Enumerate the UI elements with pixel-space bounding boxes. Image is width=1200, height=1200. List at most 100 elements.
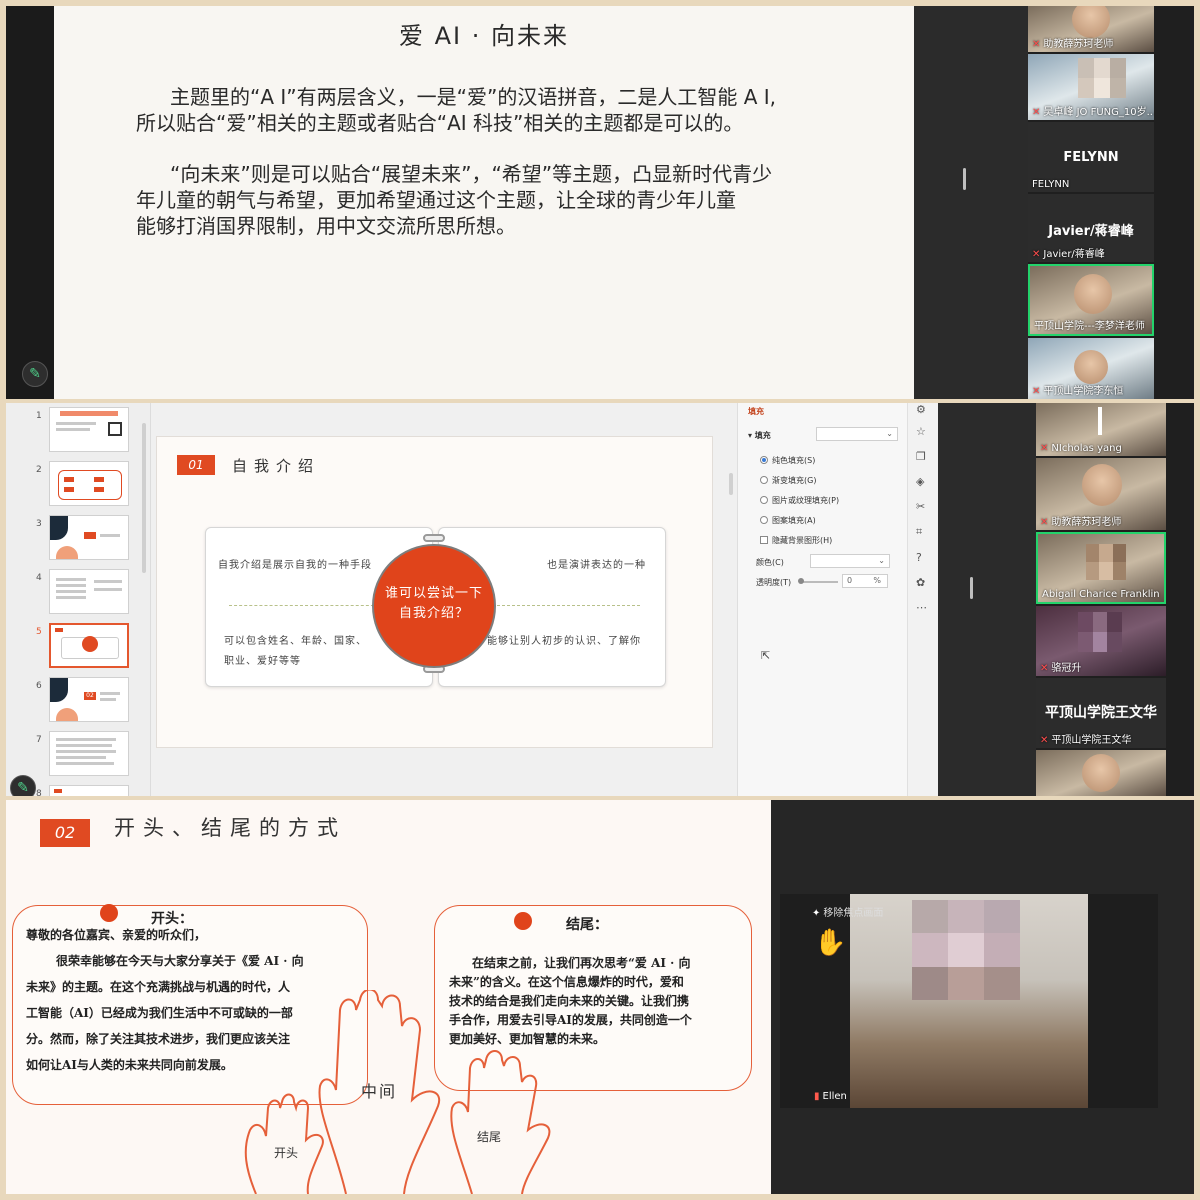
transparency-slider-handle[interactable] bbox=[798, 578, 804, 584]
mic-muted-icon: ✕ bbox=[1032, 107, 1041, 118]
hands-illustration bbox=[244, 990, 551, 1194]
slide-paragraph-line: “向未来”则是可以贴合“展望未来”，“希望”等主题，凸显新时代青少 bbox=[170, 162, 773, 186]
section-badge: 01 bbox=[177, 455, 215, 475]
slide-thumbnail[interactable]: 6 02 bbox=[6, 677, 146, 725]
gallery-gap bbox=[914, 6, 1028, 399]
pinned-video[interactable]: ✦ 移除焦点画面 ✋ ▮ Ellen bbox=[780, 894, 1158, 1108]
slide-thumbnail[interactable]: 2 bbox=[6, 461, 146, 509]
slide-thumbnail-pane: 1 2 3 4 5 6 02 7 8 bbox=[6, 403, 151, 796]
meeting-screenshot-3: 02 开头、结尾的方式 开头： 尊敬的各位嘉宾、亲爱的听众们， 很荣幸能够在今天… bbox=[6, 800, 1194, 1194]
slide-thumbnail[interactable]: 3 bbox=[6, 515, 146, 563]
properties-panel: 填充 ▾ 填充 ⌄ 纯色填充(S) 渐变填充(G) 图片或纹理填充(P) 图案填… bbox=[737, 403, 907, 796]
slide-thumbnail-selected[interactable]: 5 bbox=[6, 623, 146, 671]
participant-tile[interactable] bbox=[1036, 750, 1166, 796]
screenshot-collage: ✎ 爱 AI · 向未来 主题里的“A I”有两层含义，一是“爱”的汉语拼音，二… bbox=[0, 0, 1200, 1200]
participant-tile[interactable]: ✕ 助教薛苏珂老师 bbox=[1028, 6, 1154, 52]
participant-tile[interactable]: 平顶山学院王文华 ✕ 平顶山学院王文华 bbox=[1036, 678, 1166, 748]
participant-display-name: FELYNN bbox=[1063, 150, 1119, 165]
help-icon[interactable]: ? bbox=[916, 551, 922, 564]
properties-tab-fill[interactable]: 填充 bbox=[748, 406, 764, 417]
mic-muted-icon: ✕ bbox=[1032, 249, 1041, 260]
transparency-slider[interactable] bbox=[800, 581, 838, 583]
gallery-scroll-handle[interactable] bbox=[963, 168, 966, 190]
current-slide: 01 自我介绍 自我介绍是展示自我的一种手段 可以包含姓名、年龄、国家、 职业、… bbox=[156, 436, 713, 748]
participant-name: Abigail Charice Franklin bbox=[1042, 589, 1160, 600]
fill-option-radio[interactable] bbox=[760, 516, 768, 524]
fill-dropdown[interactable]: ⌄ bbox=[816, 427, 898, 441]
copy-icon[interactable]: ❐ bbox=[916, 450, 926, 463]
fill-option-radio[interactable] bbox=[760, 476, 768, 484]
tools-icon[interactable]: ✂ bbox=[916, 500, 925, 513]
gallery-scroll-handle[interactable] bbox=[970, 577, 973, 599]
slide-paragraph-line: 能够打消国界限制，用中文交流所思所想。 bbox=[136, 214, 516, 238]
participant-name: 骆冠升 bbox=[1051, 663, 1082, 674]
active-speaker-tile[interactable]: 平顶山学院---李梦洋老师 bbox=[1028, 264, 1154, 336]
pixelated-face bbox=[912, 900, 1020, 1000]
participant-display-name: 平顶山学院王文华 bbox=[1045, 705, 1157, 721]
unpin-label[interactable]: 移除焦点画面 bbox=[823, 908, 883, 919]
participant-display-name: Javier/蒋睿峰 bbox=[1048, 224, 1134, 239]
thumbnail-scrollbar[interactable] bbox=[142, 423, 146, 573]
slide-title: 爱 AI · 向未来 bbox=[398, 22, 569, 50]
fill-section-label[interactable]: ▾ 填充 bbox=[748, 430, 771, 441]
participant-tile[interactable]: ✕ 吴卓峰 JO FUNG_10岁... bbox=[1028, 54, 1154, 120]
canvas-scrollbar[interactable] bbox=[729, 473, 733, 495]
annotate-pen-icon[interactable]: ✎ bbox=[22, 361, 48, 387]
video-feed bbox=[850, 894, 1088, 1108]
adjust-icon[interactable]: ⚙ bbox=[916, 403, 926, 416]
active-speaker-tile[interactable]: Abigail Charice Franklin bbox=[1036, 532, 1166, 604]
participant-name: Ellen bbox=[822, 1091, 847, 1102]
ending-heading: 结尾： bbox=[566, 917, 608, 933]
participant-name: NIcholas yang bbox=[1051, 443, 1122, 454]
mic-muted-icon: ✕ bbox=[1032, 386, 1041, 397]
participant-tile[interactable]: Javier/蒋睿峰 ✕ Javier/蒋睿峰 bbox=[1028, 194, 1154, 262]
slide-title: 开头、结尾的方式 bbox=[114, 816, 346, 840]
question-circle: 谁可以尝试一下 自我介绍？ bbox=[372, 544, 496, 668]
participant-tile[interactable]: ✕ 骆冠升 bbox=[1036, 606, 1166, 676]
participant-tile[interactable]: ✕ 平顶山学院李东恒 bbox=[1028, 338, 1154, 399]
star-icon[interactable]: ☆ bbox=[916, 425, 926, 438]
shape-icon[interactable]: ◈ bbox=[916, 475, 924, 488]
gallery-gap bbox=[938, 403, 1036, 796]
transparency-input[interactable]: 0 % bbox=[842, 574, 888, 588]
hide-background-checkbox[interactable] bbox=[760, 536, 768, 544]
participant-gallery: ✕ NIcholas yang ✕ 助教薛苏珂老师 Abigail Charice … bbox=[1036, 403, 1166, 796]
settings-icon[interactable]: ✿ bbox=[916, 576, 925, 589]
left-gutter bbox=[6, 6, 54, 399]
participant-name: 平顶山学院李东恒 bbox=[1043, 386, 1124, 397]
meeting-screenshot-2: 1 2 3 4 5 6 02 7 8 ✎ 01 自我介绍 自我介绍是展示自我的一… bbox=[6, 403, 1194, 796]
shared-slide: 02 开头、结尾的方式 开头： 尊敬的各位嘉宾、亲爱的听众们， 很荣幸能够在今天… bbox=[6, 800, 771, 1194]
pixelated-face bbox=[1086, 544, 1126, 580]
mic-muted-icon: ✕ bbox=[1040, 735, 1049, 746]
slide-paragraph-line: 年儿童的朝气与希望，更加希望通过这个主题，让全球的青少年儿童 bbox=[136, 188, 736, 212]
mic-muted-icon: ✕ bbox=[1040, 443, 1049, 454]
pixelated-face bbox=[1078, 612, 1122, 652]
presentation-editor: 1 2 3 4 5 6 02 7 8 ✎ 01 自我介绍 自我介绍是展示自我的一… bbox=[6, 403, 938, 796]
participant-tile[interactable]: FELYNN FELYNN bbox=[1028, 122, 1154, 192]
fill-option-radio[interactable] bbox=[760, 496, 768, 504]
crop-icon[interactable]: ⌗ bbox=[916, 525, 922, 539]
slide-thumbnail[interactable]: 4 bbox=[6, 569, 146, 617]
slide-paragraph-line: 主题里的“A I”有两层含义，一是“爱”的汉语拼音，二是人工智能 A I, bbox=[170, 85, 777, 109]
participant-name: 助教薛苏珂老师 bbox=[1043, 39, 1114, 50]
fill-option-radio[interactable] bbox=[760, 456, 768, 464]
slide-thumbnail[interactable]: 1 bbox=[6, 407, 146, 455]
signal-icon: ▮ bbox=[814, 1091, 820, 1102]
more-icon[interactable]: ⋯ bbox=[916, 601, 927, 614]
participant-name: Javier/蒋睿峰 bbox=[1043, 249, 1105, 260]
slide-canvas: 01 自我介绍 自我介绍是展示自我的一种手段 可以包含姓名、年龄、国家、 职业、… bbox=[151, 403, 737, 796]
pin-icon: ✦ bbox=[812, 908, 821, 919]
participant-tile[interactable]: ✕ NIcholas yang bbox=[1036, 403, 1166, 456]
participant-gallery: ✕ 助教薛苏珂老师 ✕ 吴卓峰 JO FUNG_10岁... FELYNN FELY… bbox=[1028, 6, 1154, 399]
hand-label-opening: 开头 bbox=[274, 1146, 299, 1160]
binder-ring bbox=[423, 534, 445, 542]
participant-name: 平顶山学院---李梦洋老师 bbox=[1034, 321, 1145, 332]
side-toolbar: ⚙ ☆ ❐ ◈ ✂ ⌗ ? ✿ ⋯ bbox=[907, 403, 938, 796]
participant-tile[interactable]: ✕ 助教薛苏珂老师 bbox=[1036, 458, 1166, 530]
hand-label-middle: 中间 bbox=[361, 1082, 398, 1101]
color-dropdown[interactable]: ⌄ bbox=[810, 554, 890, 568]
participant-name: 吴卓峰 JO FUNG_10岁... bbox=[1043, 107, 1154, 118]
participant-name: 平顶山学院王文华 bbox=[1051, 735, 1132, 746]
slide-thumbnail[interactable]: 7 bbox=[6, 731, 146, 779]
annotate-pen-icon[interactable]: ✎ bbox=[10, 775, 36, 796]
